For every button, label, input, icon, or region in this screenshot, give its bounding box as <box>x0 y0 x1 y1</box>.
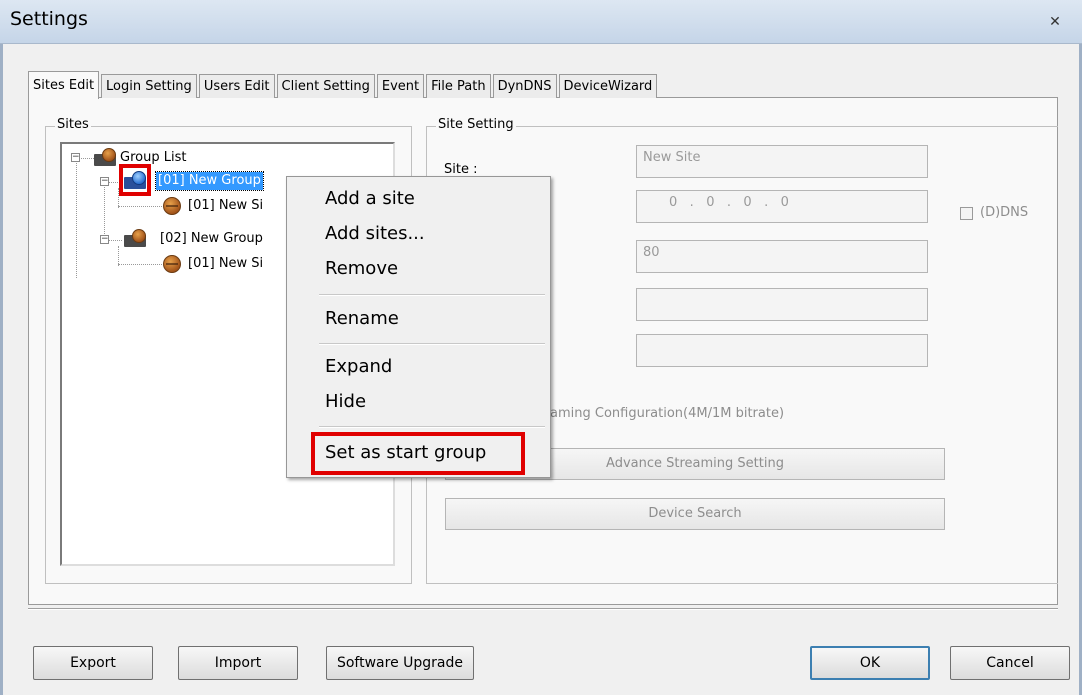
window-title: Settings <box>10 8 88 30</box>
device-search-button[interactable]: Device Search <box>445 498 945 530</box>
ip-address-field[interactable]: 0 . 0 . 0 . 0 <box>636 190 928 223</box>
tree-connector <box>118 206 162 207</box>
menu-item-add-site[interactable]: Add a site <box>325 188 415 209</box>
tree-connector <box>76 158 77 278</box>
tab-file-path[interactable]: File Path <box>426 74 491 98</box>
cancel-button[interactable]: Cancel <box>950 646 1070 680</box>
port-field[interactable]: 80 <box>636 240 928 273</box>
menu-item-rename[interactable]: Rename <box>325 308 399 329</box>
collapse-icon[interactable]: − <box>100 177 109 186</box>
close-icon[interactable]: ✕ <box>1044 14 1066 30</box>
tab-login-setting[interactable]: Login Setting <box>101 74 197 98</box>
tree-connector <box>118 264 162 265</box>
tree-connector <box>118 246 119 266</box>
collapse-icon[interactable]: − <box>71 153 80 162</box>
ok-button[interactable]: OK <box>810 646 930 680</box>
tab-sites-edit[interactable]: Sites Edit <box>28 71 100 99</box>
tree-group-1-site-1[interactable]: [01] New Si <box>188 197 263 215</box>
menu-item-add-sites[interactable]: Add sites... <box>325 223 425 244</box>
site-name-field[interactable]: New Site <box>636 145 928 178</box>
tab-dyndns[interactable]: DynDNS <box>492 74 557 98</box>
site-globe-icon <box>163 255 181 273</box>
group-list-icon <box>94 148 116 166</box>
menu-separator <box>319 343 545 345</box>
group-icon-active <box>124 171 146 189</box>
site-globe-icon <box>163 197 181 215</box>
title-bar <box>0 0 1082 44</box>
ddns-checkbox[interactable] <box>960 207 973 220</box>
streaming-config-label: aming Configuration(4M/1M bitrate) <box>550 406 785 421</box>
tab-client-setting[interactable]: Client Setting <box>276 74 375 98</box>
site-field-label: Site : <box>444 162 478 177</box>
tab-device-wizard[interactable]: DeviceWizard <box>558 74 658 98</box>
context-menu: Add a site Add sites... Remove Rename Ex… <box>286 176 551 478</box>
bottom-separator <box>28 608 1058 610</box>
sites-groupbox-label: Sites <box>55 117 91 132</box>
menu-separator <box>319 426 545 428</box>
menu-separator <box>319 294 545 296</box>
username-field[interactable] <box>636 288 928 321</box>
tree-group-2-site-1[interactable]: [01] New Si <box>188 255 263 273</box>
tab-strip: Sites Edit Login Setting Users Edit Clie… <box>28 70 659 99</box>
collapse-icon[interactable]: − <box>100 235 109 244</box>
software-upgrade-button[interactable]: Software Upgrade <box>326 646 474 680</box>
site-setting-groupbox-label: Site Setting <box>436 117 516 132</box>
password-field[interactable] <box>636 334 928 367</box>
menu-item-remove[interactable]: Remove <box>325 258 398 279</box>
tab-event[interactable]: Event <box>376 74 425 98</box>
menu-item-expand[interactable]: Expand <box>325 356 392 377</box>
ddns-label: (D)DNS <box>980 205 1029 220</box>
tree-group-1[interactable]: [01] New Group <box>155 171 264 191</box>
window-border-left <box>0 44 3 695</box>
export-button[interactable]: Export <box>33 646 153 680</box>
group-icon <box>124 229 146 247</box>
tree-group-2[interactable]: [02] New Group <box>160 230 263 248</box>
tree-connector <box>104 178 105 240</box>
menu-item-hide[interactable]: Hide <box>325 391 366 412</box>
menu-item-set-start-group[interactable]: Set as start group <box>325 442 486 463</box>
tab-users-edit[interactable]: Users Edit <box>198 74 275 98</box>
import-button[interactable]: Import <box>178 646 298 680</box>
